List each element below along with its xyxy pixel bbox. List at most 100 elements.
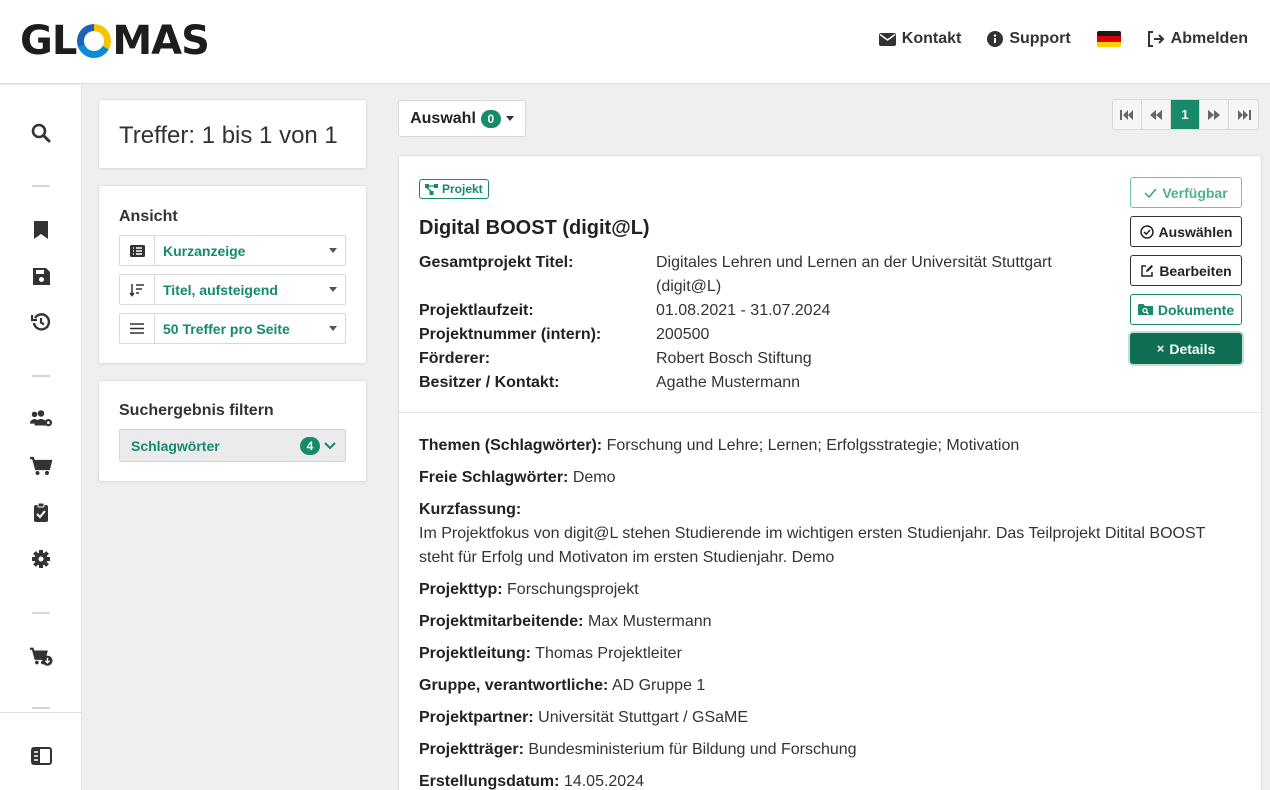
selection-label: Auswahl [410, 109, 476, 127]
logout-link[interactable]: Abmelden [1147, 30, 1248, 48]
info-label: Gesamtprojekt Titel: [419, 254, 574, 271]
field-label: Projektpartner: [419, 709, 534, 726]
support-link[interactable]: Support [987, 30, 1071, 48]
field-value: Forschung und Lehre; Lernen; Erfolgsstra… [606, 437, 1020, 454]
list-icon [129, 244, 145, 257]
project-info: Gesamtprojekt Titel: Digitales Lehren und… [419, 251, 1076, 395]
users-gear-icon[interactable] [29, 407, 53, 431]
available-label: Verfügbar [1162, 184, 1228, 201]
display-mode-select[interactable]: Kurzanzeige [119, 235, 346, 266]
search-icon[interactable] [29, 121, 53, 145]
project-kind-label: Projekt [442, 182, 483, 196]
field-label: Projektträger: [419, 741, 524, 758]
top-nav: Kontakt Support Abmelden [878, 30, 1248, 48]
contact-label: Kontakt [901, 30, 962, 47]
info-label: Besitzer / Kontakt: [419, 374, 560, 391]
field-created: Erstellungsdatum: 14.05.2024 [419, 770, 1229, 790]
info-value: Digitales Lehren und Lernen an der Unive… [656, 254, 1052, 295]
sidebar-separator [32, 612, 50, 614]
select-button[interactable]: Auswählen [1130, 216, 1242, 247]
last-page-icon [1237, 109, 1251, 120]
field-label: Erstellungsdatum: [419, 773, 560, 790]
field-label: Projekttyp: [419, 581, 503, 598]
cart-download-icon[interactable] [29, 645, 53, 669]
keywords-filter-label: Schlagwörter [131, 437, 220, 454]
info-label: Projektnummer (intern): [419, 326, 602, 343]
details-toggle-button[interactable]: × Details [1130, 333, 1242, 364]
display-mode-value: Kurzanzeige [163, 242, 246, 259]
history-icon[interactable] [29, 310, 53, 334]
sidebar-toggle-icon[interactable] [29, 744, 53, 768]
details-label: Details [1169, 340, 1216, 357]
field-value: Bundesministerium für Bildung und Forsch… [528, 741, 857, 758]
per-page-value: 50 Treffer pro Seite [163, 320, 290, 337]
select-label: Auswählen [1158, 223, 1233, 240]
forward-icon [1208, 109, 1220, 120]
results-count-card: Treffer: 1 bis 1 von 1 [98, 99, 367, 169]
per-page-select[interactable]: 50 Treffer pro Seite [119, 313, 346, 344]
field-label: Projektleitung: [419, 645, 532, 662]
previous-page-button[interactable] [1142, 100, 1171, 129]
caret-down-icon [329, 248, 337, 253]
info-row: Gesamtprojekt Titel: Digitales Lehren und… [419, 251, 1076, 299]
cart-icon[interactable] [29, 454, 53, 478]
sidebar-separator [32, 375, 50, 377]
documents-button[interactable]: Dokumente [1130, 294, 1242, 325]
project-title: Digital BOOST (digit@L) [419, 217, 650, 239]
info-label: Förderer: [419, 350, 491, 367]
caret-down-icon [505, 116, 514, 121]
selection-dropdown[interactable]: Auswahl 0 [398, 100, 526, 137]
field-lead: Projektleitung: Thomas Projektleiter [419, 642, 1229, 666]
top-header: GL MAS Kontakt Support Abmelden [0, 0, 1270, 84]
info-label: Projektlaufzeit: [419, 302, 534, 319]
german-flag-icon[interactable] [1096, 31, 1121, 47]
field-value: 14.05.2024 [563, 773, 644, 790]
field-project-type: Projekttyp: Forschungsprojekt [419, 578, 1229, 602]
available-button[interactable]: Verfügbar [1130, 177, 1242, 208]
info-value: Agathe Mustermann [656, 374, 801, 391]
floppy-disk-icon[interactable] [29, 264, 53, 288]
clipboard-check-icon[interactable] [29, 500, 53, 524]
last-page-button[interactable] [1229, 100, 1258, 129]
bookmark-icon[interactable] [29, 218, 53, 242]
field-label: Projektmitarbeitende: [419, 613, 584, 630]
backward-icon [1150, 109, 1162, 120]
field-value: Max Mustermann [587, 613, 712, 630]
sort-amount-down-icon [129, 283, 144, 297]
sidebar-divider [0, 712, 82, 713]
results-count: Treffer: 1 bis 1 von 1 [119, 122, 338, 149]
sidebar-separator [32, 185, 50, 187]
edit-button[interactable]: Bearbeiten [1130, 255, 1242, 286]
info-value: 200500 [656, 326, 710, 343]
info-value: Robert Bosch Stiftung [656, 350, 812, 367]
page-1-button[interactable]: 1 [1171, 100, 1200, 129]
info-row: Förderer: Robert Bosch Stiftung [419, 347, 1076, 371]
gear-icon[interactable] [29, 547, 53, 571]
sort-order-select[interactable]: Titel, aufsteigend [119, 274, 346, 305]
field-value: AD Gruppe 1 [611, 677, 706, 694]
selection-count-badge: 0 [480, 109, 501, 128]
glomas-logo[interactable]: GL MAS [20, 18, 210, 64]
next-page-button[interactable] [1200, 100, 1229, 129]
caret-down-icon [329, 326, 337, 331]
contact-link[interactable]: Kontakt [878, 30, 962, 48]
field-value: Universität Stuttgart / GSaME [538, 709, 749, 726]
envelope-icon [878, 32, 896, 46]
field-staff: Projektmitarbeitende: Max Mustermann [419, 610, 1229, 634]
info-value: 01.08.2021 - 31.07.2024 [656, 302, 831, 319]
first-page-button[interactable] [1113, 100, 1142, 129]
check-icon [1144, 187, 1157, 198]
folder-search-icon [1137, 304, 1153, 315]
field-group: Gruppe, verantwortliche: AD Gruppe 1 [419, 674, 1229, 698]
keywords-filter[interactable]: Schlagwörter 4 [119, 429, 346, 462]
field-summary: Kurzfassung: Im Projektfokus von digit@L … [419, 498, 1229, 570]
field-label: Freie Schlagwörter: [419, 469, 569, 486]
left-sidebar [0, 85, 82, 790]
support-label: Support [1009, 30, 1071, 47]
field-topics: Themen (Schlagwörter): Forschung und Leh… [419, 434, 1229, 458]
sidebar-separator [32, 707, 50, 709]
field-value: Demo [572, 469, 616, 486]
check-circle-icon [1139, 224, 1154, 239]
edit-label: Bearbeiten [1159, 262, 1232, 279]
view-title: Ansicht [119, 208, 178, 225]
